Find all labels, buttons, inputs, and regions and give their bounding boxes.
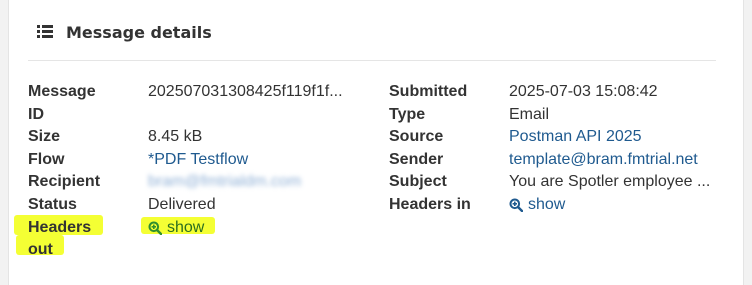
submitted-value: 2025-07-03 15:08:42 — [509, 83, 658, 100]
detail-row-type: Type Email — [389, 104, 710, 127]
details-left-column: Message 202507031308425f119f1f... ID Siz… — [28, 81, 343, 262]
detail-row-sender: Sender template@bram.fmtrial.net — [389, 149, 710, 172]
headers-in-label: Headers in — [389, 195, 471, 213]
headers-in-show-label: show — [528, 195, 566, 213]
type-value: Email — [509, 105, 550, 123]
size-value: 8.45 kB — [148, 128, 203, 146]
submitted-label: Submitted — [389, 83, 468, 100]
sender-link[interactable]: template@bram.fmtrial.net — [509, 149, 698, 172]
size-label: Size — [28, 128, 61, 146]
detail-row-headers-out-cont: out — [28, 239, 343, 262]
detail-row-flow: Flow *PDF Testflow — [28, 149, 343, 172]
message-id-value: 202507031308425f119f1f... — [148, 83, 343, 100]
details-right-column: Submitted 2025-07-03 15:08:42 Type Email… — [389, 81, 710, 217]
flow-label: Flow — [28, 150, 65, 168]
panel-header: Message details — [37, 20, 212, 44]
detail-row-headers-in: Headers in show — [389, 194, 710, 217]
detail-row-message-id: Message 202507031308425f119f1f... — [28, 81, 343, 104]
status-value: Delivered — [148, 195, 216, 213]
status-label: Status — [28, 195, 77, 213]
detail-row-size: Size 8.45 kB — [28, 126, 343, 149]
detail-row-submitted: Submitted 2025-07-03 15:08:42 — [389, 81, 710, 104]
subject-value: You are Spotler employee ... — [509, 173, 711, 191]
panel-title: Message details — [66, 22, 212, 42]
sender-label: Sender — [389, 150, 444, 168]
message-id-label: Message — [28, 83, 96, 100]
detail-row-subject: Subject You are Spotler employee ... — [389, 171, 710, 194]
headers-out-label-cont: out — [28, 241, 53, 259]
recipient-label: Recipient — [28, 173, 101, 191]
detail-row-source: Source Postman API 2025 — [389, 126, 710, 149]
recipient-value-blurred[interactable]: bram@fmtrialdm.com — [148, 171, 301, 194]
divider — [28, 60, 716, 61]
headers-out-label: Headers — [28, 218, 92, 236]
type-label: Type — [389, 105, 426, 123]
headers-out-show-label: show — [167, 218, 205, 236]
flow-link[interactable]: *PDF Testflow — [148, 149, 248, 172]
detail-row-message-id-cont: ID — [28, 104, 343, 127]
detail-row-headers-out: Headers show — [28, 217, 343, 240]
detail-row-status: Status Delivered — [28, 194, 343, 217]
headers-in-show-link[interactable]: show — [509, 194, 565, 217]
zoom-in-icon — [148, 221, 162, 235]
message-id-label-cont: ID — [28, 105, 44, 123]
source-label: Source — [389, 128, 444, 146]
zoom-in-icon — [509, 198, 523, 213]
detail-row-recipient: Recipient bram@fmtrialdm.com — [28, 171, 343, 194]
source-link[interactable]: Postman API 2025 — [509, 126, 642, 149]
subject-label: Subject — [389, 173, 447, 191]
message-details-panel: Message details Message 202507031308425f… — [8, 0, 744, 285]
headers-out-show-link[interactable]: show — [148, 217, 204, 240]
list-icon — [37, 25, 53, 39]
